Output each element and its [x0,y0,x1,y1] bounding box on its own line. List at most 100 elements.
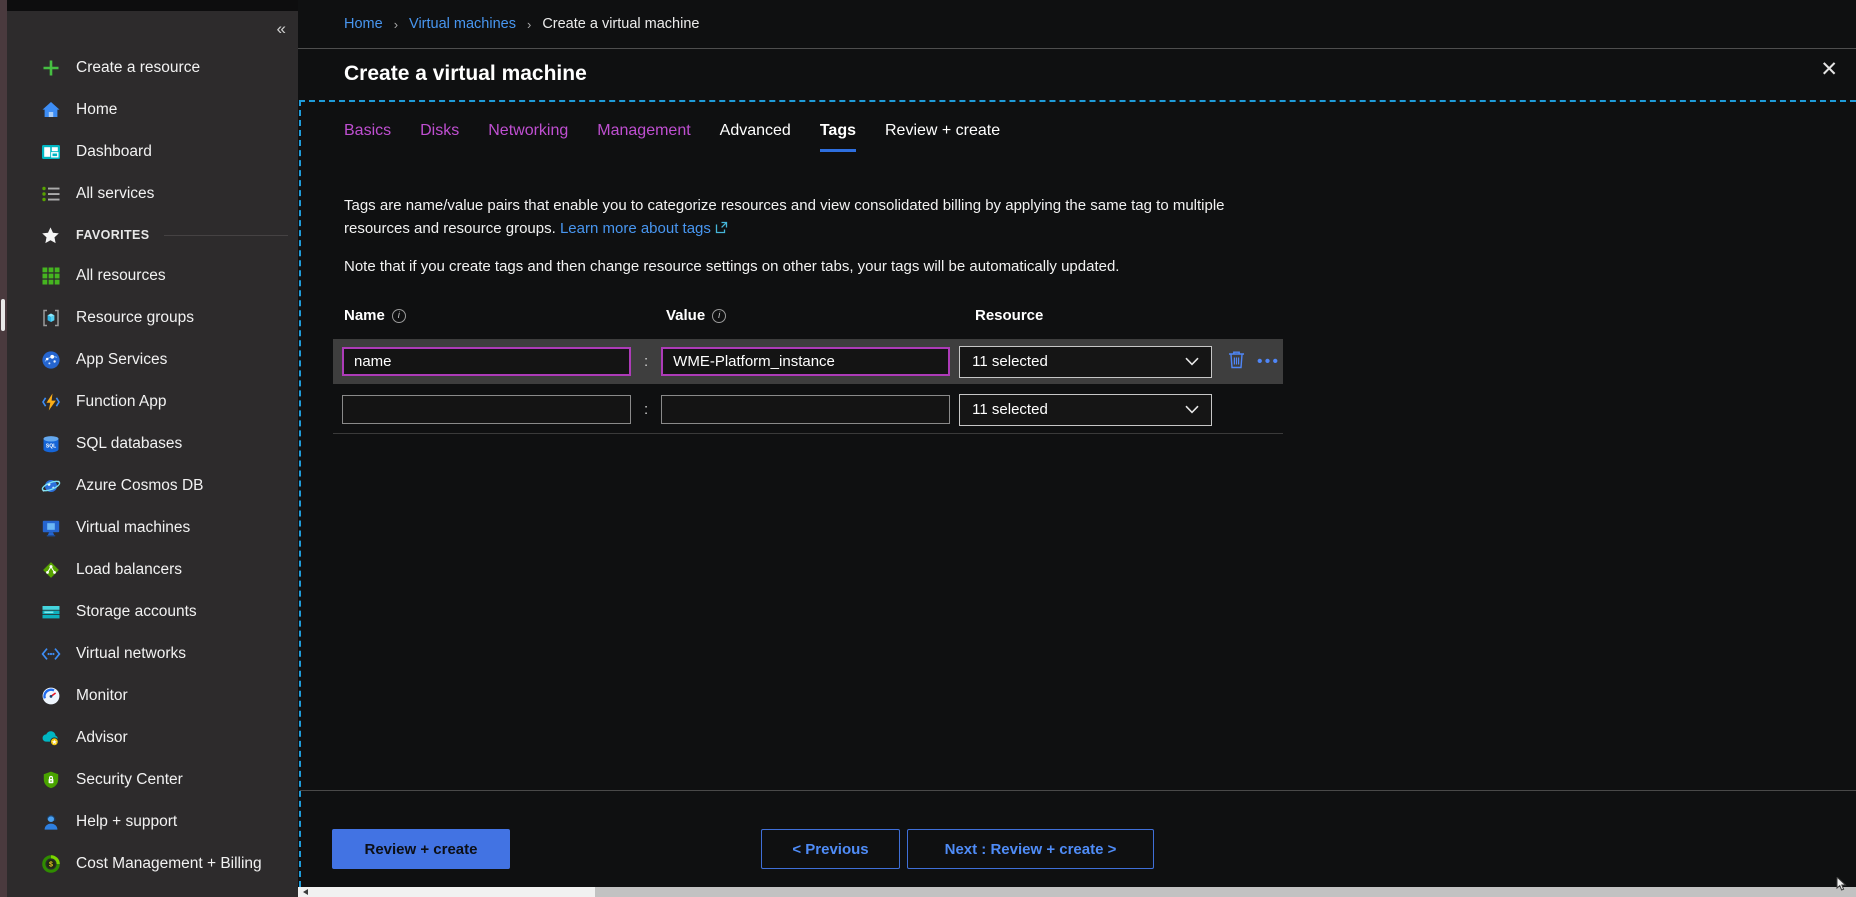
sidebar-nav: Create a resource Home Dashboard All ser… [7,45,298,885]
sidebar-item-label: All services [76,185,154,203]
sidebar-item-advisor[interactable]: Advisor [7,717,298,759]
resource-dropdown-value: 11 selected [972,353,1048,370]
tab-disks[interactable]: Disks [420,122,459,152]
sidebar-item-dashboard[interactable]: Dashboard [7,131,298,173]
column-header-resource-label: Resource [975,307,1043,324]
column-header-value-label: Value [666,307,705,324]
sql-database-icon: SQL [40,434,61,455]
sidebar-item-virtual-networks[interactable]: Virtual networks [7,633,298,675]
sidebar-item-all-resources[interactable]: All resources [7,255,298,297]
tab-advanced[interactable]: Advanced [720,122,791,152]
wizard-footer: Review + create < Previous Next : Review… [332,829,1154,869]
dashboard-icon [40,142,61,163]
sidebar-section-label: FAVORITES [76,228,150,242]
tab-management[interactable]: Management [597,122,690,152]
breadcrumb: Home › Virtual machines › Create a virtu… [298,0,1856,49]
sidebar-item-label: Dashboard [76,143,152,161]
sidebar-item-create-a-resource[interactable]: Create a resource [7,47,298,89]
sidebar-item-cost-management-billing[interactable]: $ Cost Management + Billing [7,843,298,885]
cost-ring-icon: $ [40,854,61,875]
sidebar-item-label: Create a resource [76,59,200,77]
sidebar-item-home[interactable]: Home [7,89,298,131]
trash-icon [1228,350,1245,374]
sidebar-section-favorites: FAVORITES [7,215,298,255]
tag-value-input[interactable] [661,347,950,376]
close-icon[interactable]: ✕ [1812,53,1846,86]
sidebar-item-storage-accounts[interactable]: Storage accounts [7,591,298,633]
horizontal-scrollbar[interactable] [298,887,1856,897]
sidebar-item-label: Security Center [76,771,183,789]
planet-icon [40,476,61,497]
sidebar-item-label: Azure Cosmos DB [76,477,203,495]
tag-row: : 11 selected ••• [333,339,1283,384]
sidebar-item-sql-databases[interactable]: SQL SQL databases [7,423,298,465]
tab-review-create[interactable]: Review + create [885,122,1000,152]
sidebar-item-help-support[interactable]: Help + support [7,801,298,843]
wizard-tabs: Basics Disks Networking Management Advan… [344,122,1000,152]
learn-more-tags-link[interactable]: Learn more about tags [560,220,711,237]
chevron-down-icon [1185,401,1199,419]
tags-description: Tags are name/value pairs that enable yo… [344,194,1286,241]
app-services-icon [40,350,61,371]
breadcrumb-current: Create a virtual machine [542,16,699,32]
previous-button[interactable]: < Previous [761,829,900,869]
delete-tag-row-button[interactable] [1228,350,1245,374]
gauge-icon [40,686,61,707]
horizontal-scrollbar-thumb[interactable] [595,887,1856,897]
sidebar-header: « [7,11,298,45]
tag-name-input[interactable] [342,347,631,376]
edge-scroll-indicator[interactable] [1,299,5,331]
shield-icon [40,770,61,791]
breadcrumb-separator-icon: › [527,17,531,32]
tag-name-input[interactable] [342,395,631,424]
table-divider [333,433,1283,434]
sidebar-item-label: Virtual networks [76,645,186,663]
tab-basics[interactable]: Basics [344,122,391,152]
sidebar-item-label: SQL databases [76,435,182,453]
sidebar-item-all-services[interactable]: All services [7,173,298,215]
breadcrumb-home-link[interactable]: Home [344,16,383,32]
external-link-icon [715,218,728,241]
sidebar-item-label: Help + support [76,813,177,831]
breadcrumb-separator-icon: › [394,17,398,32]
tab-networking[interactable]: Networking [488,122,568,152]
tag-value-input[interactable] [661,395,950,424]
page-title: Create a virtual machine [344,62,587,86]
sidebar-item-monitor[interactable]: Monitor [7,675,298,717]
resource-dropdown[interactable]: 11 selected [959,346,1212,378]
info-icon[interactable]: i [392,309,406,323]
sidebar-item-virtual-machines[interactable]: Virtual machines [7,507,298,549]
tags-description-text: Tags are name/value pairs that enable yo… [344,197,1225,237]
sidebar-item-function-app[interactable]: Function App [7,381,298,423]
sidebar-item-label: Advisor [76,729,128,747]
tag-row: : 11 selected [333,387,1283,432]
tab-tags[interactable]: Tags [820,122,856,152]
sidebar-item-load-balancers[interactable]: Load balancers [7,549,298,591]
sidebar-item-label: Virtual machines [76,519,190,537]
sidebar-item-app-services[interactable]: App Services [7,339,298,381]
sidebar-item-security-center[interactable]: Security Center [7,759,298,801]
all-services-icon [40,184,61,205]
breadcrumb-virtual-machines-link[interactable]: Virtual machines [409,16,516,32]
review-create-button[interactable]: Review + create [332,829,510,869]
info-icon[interactable]: i [712,309,726,323]
window-edge [0,0,7,897]
chevron-down-icon [1185,353,1199,371]
sidebar-item-label: Load balancers [76,561,182,579]
sidebar-top-strip [7,0,298,11]
column-header-resource: Resource [975,307,1043,324]
colon-separator: : [644,353,648,370]
star-icon [40,225,61,246]
sidebar-item-label: App Services [76,351,167,369]
sidebar-item-azure-cosmos-db[interactable]: Azure Cosmos DB [7,465,298,507]
row-more-actions-button[interactable]: ••• [1257,353,1280,370]
monitor-screen-icon [40,518,61,539]
resource-dropdown-value: 11 selected [972,401,1048,418]
resource-dropdown[interactable]: 11 selected [959,394,1212,426]
sidebar-item-resource-groups[interactable]: Resource groups [7,297,298,339]
column-header-name-label: Name [344,307,385,324]
collapse-sidebar-icon[interactable]: « [277,20,286,37]
scroll-left-arrow-icon[interactable] [303,889,308,895]
column-header-value: Value i [666,307,726,324]
next-review-create-button[interactable]: Next : Review + create > [907,829,1154,869]
